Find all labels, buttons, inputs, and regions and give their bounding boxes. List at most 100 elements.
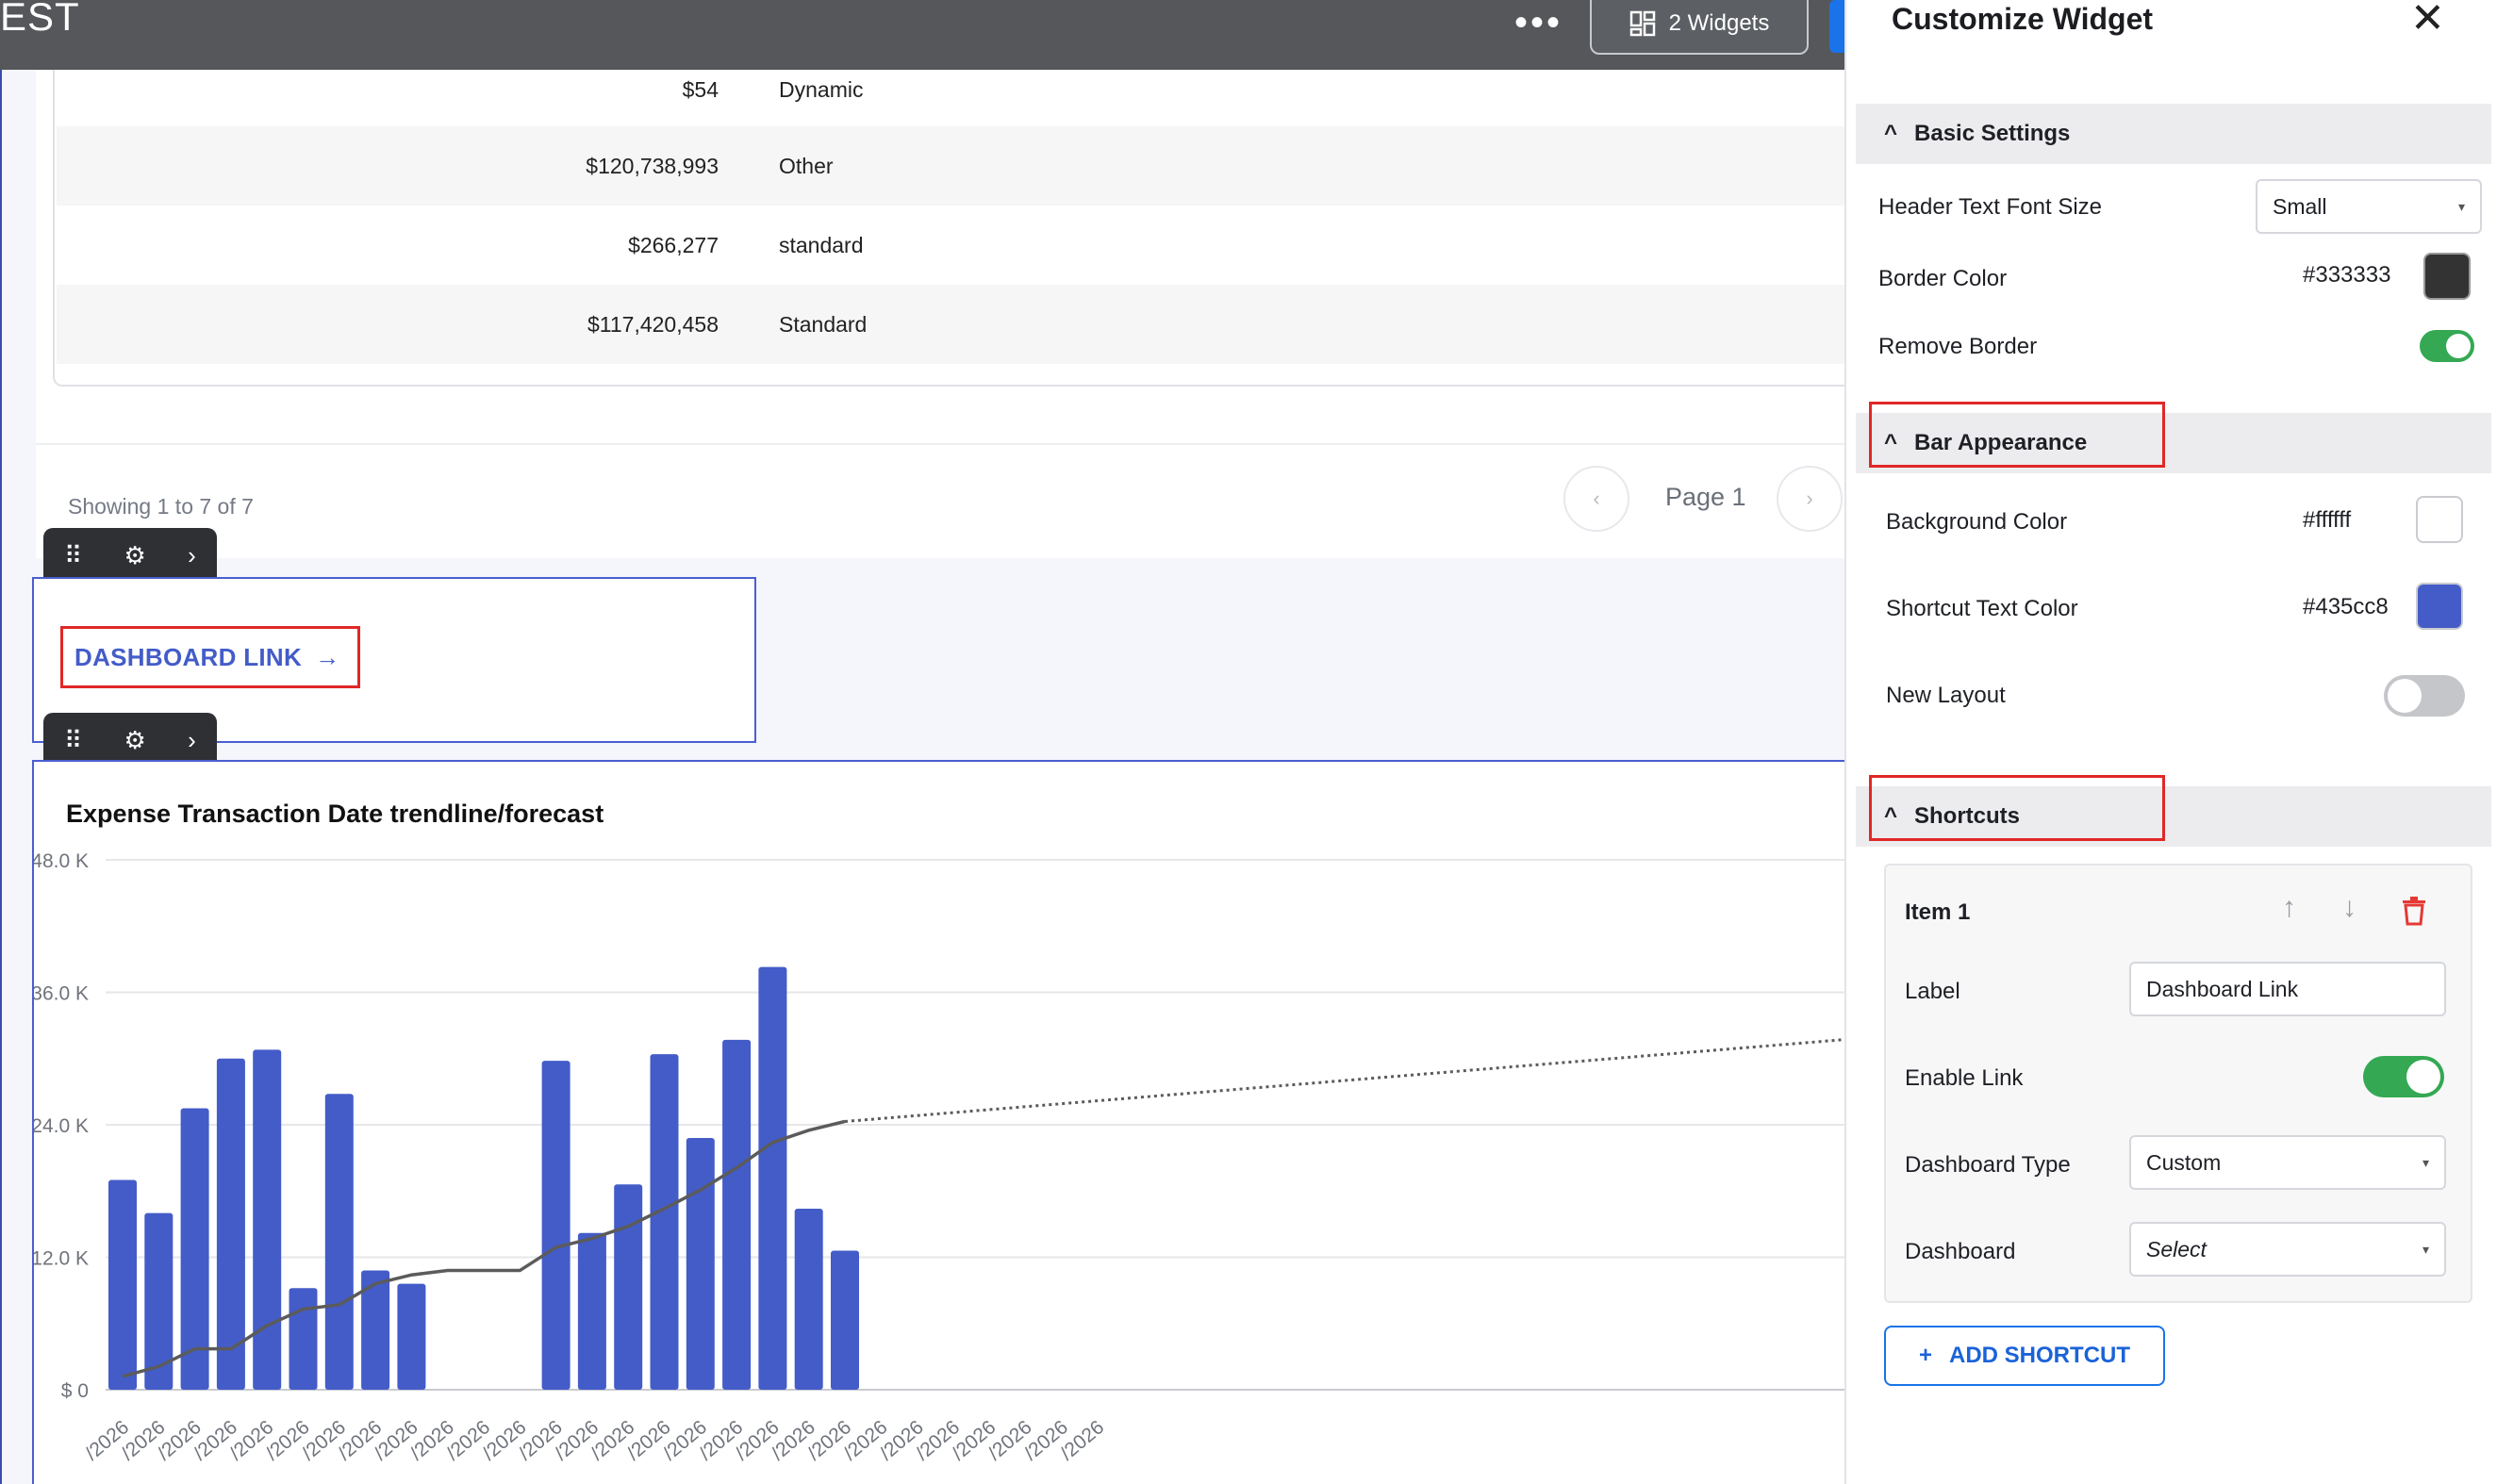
primary-action-button-edge[interactable] <box>1829 0 1844 53</box>
table-widget: $54 Dynamic $120,738,993 Other $266,277 … <box>36 70 1844 443</box>
enable-link-label: Enable Link <box>1905 1065 2024 1091</box>
chart-bar[interactable] <box>758 966 787 1390</box>
amount-cell: $120,738,993 <box>586 153 719 178</box>
forecast-line <box>844 1038 1844 1123</box>
chart-bar[interactable] <box>831 1250 859 1390</box>
widgets-grid-icon <box>1629 10 1655 37</box>
widgets-count-label: 2 Widgets <box>1668 10 1770 36</box>
shortcut-text-color-swatch[interactable] <box>2416 583 2463 630</box>
select-value: Select <box>2146 1236 2207 1261</box>
select-value: Small <box>2273 193 2327 219</box>
type-cell: Other <box>779 153 834 178</box>
top-bar: EST ••• 2 Widgets <box>0 0 1844 70</box>
remove-border-label: Remove Border <box>1878 334 2038 359</box>
y-tick-label: $ 0 <box>61 1380 89 1402</box>
chevron-down-icon: ▾ <box>2422 1154 2429 1170</box>
chart-bar[interactable] <box>686 1138 715 1390</box>
chart-bar[interactable] <box>397 1283 426 1390</box>
customize-widget-panel: Customize Widget ✕ ^ Basic Settings Head… <box>1844 0 2497 1484</box>
chart-bar[interactable] <box>108 1179 137 1390</box>
chart-bar[interactable] <box>289 1288 318 1390</box>
header-font-size-select[interactable]: Small ▾ <box>2256 179 2482 234</box>
input-value: Dashboard Link <box>2146 976 2299 1001</box>
chevron-right-icon[interactable]: › <box>188 543 196 568</box>
toggle-knob <box>2388 679 2422 713</box>
bar-chart: $ 48.0 K$ 36.0 K$ 24.0 K$ 12.0 K$ 0/2026… <box>34 850 1844 1465</box>
arrow-down-icon[interactable]: ↓ <box>2342 892 2356 924</box>
table-row: $120,738,993 Other <box>57 126 1844 206</box>
border-color-swatch[interactable] <box>2423 253 2471 300</box>
pagination-summary: Showing 1 to 7 of 7 <box>68 494 254 519</box>
chart-bar[interactable] <box>722 1039 752 1390</box>
y-tick-label: $ 36.0 K <box>34 983 89 1005</box>
chevron-up-icon: ^ <box>1884 121 1898 146</box>
next-page-button[interactable]: › <box>1777 466 1843 532</box>
chevron-up-icon: ^ <box>1884 430 1898 455</box>
amount-cell: $54 <box>682 76 719 102</box>
chart-bar[interactable] <box>324 1094 354 1390</box>
prev-page-button[interactable]: ‹ <box>1563 466 1629 532</box>
toggle-knob <box>2406 1060 2440 1094</box>
amount-cell: $117,420,458 <box>587 311 719 337</box>
shortcuts-header[interactable]: ^ Shortcuts <box>1856 775 2491 847</box>
chart-widget: Expense Transaction Date trendline/forec… <box>32 760 1844 1484</box>
table-row: $266,277 standard <box>57 206 1844 285</box>
trash-icon[interactable] <box>2401 896 2427 926</box>
chart-bar[interactable] <box>650 1054 679 1390</box>
section-title: Basic Settings <box>1914 121 2071 146</box>
shortcut-text-color-label: Shortcut Text Color <box>1886 596 2078 621</box>
chart-bar[interactable] <box>253 1049 282 1390</box>
y-tick-label: $ 24.0 K <box>34 1115 89 1137</box>
chart-bar[interactable] <box>216 1058 245 1390</box>
dashboard-link-label: DASHBOARD LINK <box>74 642 303 671</box>
shortcut-text-color-value: #435cc8 <box>2303 594 2389 619</box>
label-field-label: Label <box>1905 979 1960 1004</box>
dashboard-canvas: $54 Dynamic $120,738,993 Other $266,277 … <box>0 70 1844 1484</box>
chart-bar[interactable] <box>794 1208 823 1390</box>
type-cell: Dynamic <box>779 76 864 102</box>
gear-icon[interactable]: ⚙ <box>124 728 146 752</box>
close-icon[interactable]: ✕ <box>2410 0 2445 40</box>
chevron-up-icon: ^ <box>1884 803 1898 829</box>
chevron-right-icon[interactable]: › <box>188 728 196 752</box>
add-shortcut-label: ADD SHORTCUT <box>1949 1343 2130 1368</box>
dashboard-title: EST <box>0 0 80 39</box>
arrow-up-icon[interactable]: ↑ <box>2282 892 2296 924</box>
gear-icon[interactable]: ⚙ <box>124 543 146 568</box>
chevron-down-icon: ▾ <box>2422 1241 2429 1257</box>
select-value: Custom <box>2146 1149 2222 1175</box>
drag-handle-icon[interactable]: ⠿ <box>64 543 82 568</box>
shortcut-item-title: Item 1 <box>1905 899 1971 925</box>
section-title: Bar Appearance <box>1914 430 2088 455</box>
drag-handle-icon[interactable]: ⠿ <box>64 728 82 752</box>
dashboard-type-select[interactable]: Custom ▾ <box>2129 1135 2446 1190</box>
new-layout-label: New Layout <box>1886 683 2006 708</box>
basic-settings-header[interactable]: ^ Basic Settings <box>1856 104 2491 164</box>
more-menu-button[interactable]: ••• <box>1514 2 1563 44</box>
shortcut-label-input[interactable]: Dashboard Link <box>2129 962 2446 1016</box>
panel-title: Customize Widget <box>1892 2 2154 36</box>
widgets-button[interactable]: 2 Widgets <box>1590 0 1809 55</box>
type-cell: Standard <box>779 311 868 337</box>
add-shortcut-button[interactable]: + ADD SHORTCUT <box>1884 1326 2165 1386</box>
enable-link-toggle[interactable] <box>2363 1056 2444 1097</box>
chart-bar[interactable] <box>577 1232 606 1390</box>
canvas-left-border <box>0 70 2 1484</box>
widget-toolbar: ⠿ ⚙ › <box>43 528 217 583</box>
chart-bar[interactable] <box>614 1184 643 1390</box>
border-color-label: Border Color <box>1878 266 2008 291</box>
page-indicator: Page 1 <box>1665 483 1746 511</box>
table-footer: Showing 1 to 7 of 7 ‹ Page 1 › <box>36 443 1844 558</box>
toggle-knob <box>2446 334 2471 358</box>
background-color-swatch[interactable] <box>2416 496 2463 543</box>
new-layout-toggle[interactable] <box>2384 675 2465 717</box>
table-row: $117,420,458 Standard <box>57 285 1844 364</box>
chart-bar[interactable] <box>541 1061 571 1390</box>
dashboard-link[interactable]: DASHBOARD LINK → <box>60 626 360 688</box>
bar-appearance-header[interactable]: ^ Bar Appearance <box>1856 402 2491 473</box>
header-font-size-label: Header Text Font Size <box>1878 194 2103 220</box>
y-tick-label: $ 48.0 K <box>34 850 89 872</box>
dashboard-select[interactable]: Select ▾ <box>2129 1222 2446 1277</box>
arrow-right-icon: → <box>315 642 340 671</box>
remove-border-toggle[interactable] <box>2420 330 2474 362</box>
